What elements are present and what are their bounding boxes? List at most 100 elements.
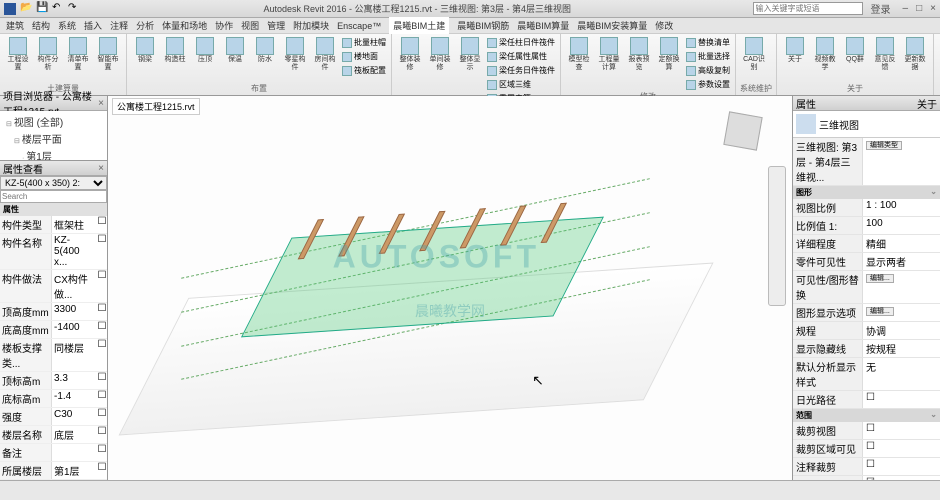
- view-tab[interactable]: 公寓楼工程1215.rvt: [112, 98, 200, 115]
- rprop-row[interactable]: 可见性/图形替换编辑...: [793, 271, 940, 304]
- project-browser-close-icon[interactable]: ×: [98, 98, 104, 109]
- ribbon-sm-1-1[interactable]: 楼地面: [341, 50, 387, 63]
- close-button[interactable]: ×: [930, 3, 936, 14]
- tree-item-0[interactable]: 视图 (全部): [2, 113, 105, 130]
- ribbon-btn-3-1[interactable]: 工程量计算: [595, 36, 623, 73]
- tree-item-2[interactable]: 第1层: [2, 147, 105, 160]
- rprop-row[interactable]: 注释裁剪☐: [793, 458, 940, 476]
- account-area[interactable]: 登录: [871, 1, 891, 16]
- tab-11[interactable]: Enscape™: [337, 21, 381, 31]
- rprop-row[interactable]: 零件可见性显示两者: [793, 253, 940, 271]
- qat-open-icon[interactable]: 📂: [20, 2, 34, 16]
- ribbon-btn-1-5[interactable]: 零星构件: [281, 36, 309, 73]
- rprop-row[interactable]: 裁剪视图☐: [793, 422, 940, 440]
- ribbon-btn-1-3[interactable]: 保温: [221, 36, 249, 65]
- maximize-button[interactable]: □: [916, 3, 922, 14]
- ribbon-btn-1-2[interactable]: 压顶: [191, 36, 219, 65]
- quick-access-toolbar[interactable]: 📂 💾 ↶ ↷: [20, 2, 82, 16]
- prop-lookup-close-icon[interactable]: ×: [98, 163, 104, 174]
- ribbon-btn-3-2[interactable]: 报表预览: [625, 36, 653, 73]
- ribbon-sm-2-1[interactable]: 梁任属性属性: [486, 50, 556, 63]
- prop-grid[interactable]: 构件类型框架柱☐构件名称KZ-5(400 x...☐构件做法CX构件做...☐顶…: [0, 216, 107, 480]
- type-selector-row[interactable]: 三维视图: [793, 111, 940, 138]
- project-browser-tree[interactable]: 视图 (全部)楼层平面第1层第2层第3层第4层第5层天花板平面三维视图{3D}{…: [0, 111, 107, 160]
- tab-3[interactable]: 插入: [84, 19, 102, 32]
- prop-row[interactable]: 顶高度mm3300☐: [0, 303, 107, 321]
- tree-item-1[interactable]: 楼层平面: [2, 130, 105, 147]
- edit-button[interactable]: 编辑...: [866, 307, 894, 316]
- ribbon-btn-2-1[interactable]: 单间装修: [426, 36, 454, 73]
- qat-redo-icon[interactable]: ↷: [68, 2, 82, 16]
- tab-15[interactable]: 晨曦BIM安装算量: [577, 19, 647, 32]
- rprop-row[interactable]: 规程协调: [793, 322, 940, 340]
- edit-button[interactable]: 编辑...: [866, 274, 894, 283]
- ribbon-btn-5-1[interactable]: 视频教学: [811, 36, 839, 73]
- ribbon-btn-1-6[interactable]: 房间构件: [311, 36, 339, 73]
- tab-0[interactable]: 建筑: [6, 19, 24, 32]
- ribbon-sm-2-0[interactable]: 梁任柱日件筏件: [486, 36, 556, 49]
- tab-6[interactable]: 体量和场地: [162, 19, 207, 32]
- ribbon-btn-0-3[interactable]: 智能布置: [94, 36, 122, 73]
- qat-save-icon[interactable]: 💾: [36, 2, 50, 16]
- rprop-row[interactable]: 默认分析显示样式无: [793, 358, 940, 391]
- minimize-button[interactable]: –: [903, 3, 909, 14]
- ribbon-btn-0-0[interactable]: 工程设置: [4, 36, 32, 73]
- help-search-input[interactable]: [753, 2, 863, 15]
- tab-8[interactable]: 视图: [241, 19, 259, 32]
- tab-12[interactable]: 晨曦BIM土建: [389, 17, 449, 34]
- 3d-viewport[interactable]: 公寓楼工程1215.rvt AUTOSOFT 晨曦教学网 ↖: [108, 96, 792, 480]
- tab-5[interactable]: 分析: [136, 19, 154, 32]
- prop-type-selector[interactable]: KZ-5(400 x 350) 2:: [0, 176, 107, 190]
- edit-type-button[interactable]: 编辑类型: [866, 141, 902, 150]
- prop-row[interactable]: 构件名称KZ-5(400 x...☐: [0, 234, 107, 270]
- rprop-row[interactable]: 图形显示选项编辑...: [793, 304, 940, 322]
- prop-row[interactable]: 楼层名称底层☐: [0, 426, 107, 444]
- ribbon-sm-1-2[interactable]: 筏板配置: [341, 64, 387, 77]
- ribbon-btn-5-2[interactable]: QQ群: [841, 36, 869, 65]
- rprop-row[interactable]: 比例值 1:100: [793, 217, 940, 235]
- ribbon-btn-5-0[interactable]: 关于: [781, 36, 809, 65]
- instance-selector[interactable]: 三维视图: 第3层 - 第4层三维视...: [793, 138, 863, 185]
- properties-help[interactable]: 关于: [917, 96, 937, 111]
- prop-row[interactable]: 构件类型框架柱☐: [0, 216, 107, 234]
- rprop-row[interactable]: 显示隐藏线按规程: [793, 340, 940, 358]
- rprop-row[interactable]: 日光路径☐: [793, 391, 940, 409]
- tab-9[interactable]: 管理: [267, 19, 285, 32]
- ribbon-sm-3-3[interactable]: 参数设置: [685, 78, 731, 91]
- ribbon-sm-2-2[interactable]: 梁任务日件筏件: [486, 64, 556, 77]
- ribbon-btn-3-0[interactable]: 模型检查: [565, 36, 593, 73]
- ribbon-sm-3-2[interactable]: 高级复制: [685, 64, 731, 77]
- ribbon-btn-4-0[interactable]: CAD识别: [740, 36, 768, 73]
- tab-2[interactable]: 系统: [58, 19, 76, 32]
- prop-search-input[interactable]: [0, 190, 107, 203]
- tab-1[interactable]: 结构: [32, 19, 50, 32]
- ribbon-sm-3-1[interactable]: 批量选择: [685, 50, 731, 63]
- rprop-row[interactable]: 视图比例1 : 100: [793, 199, 940, 217]
- view-cube[interactable]: [723, 111, 762, 150]
- ribbon-btn-1-4[interactable]: 防水: [251, 36, 279, 65]
- ribbon-tabs[interactable]: 建筑结构系统插入注释分析体量和场地协作视图管理附加模块Enscape™晨曦BIM…: [0, 18, 940, 34]
- prop-row[interactable]: 楼板支撑类...同楼层☐: [0, 339, 107, 372]
- tab-10[interactable]: 附加模块: [293, 19, 329, 32]
- prop-row[interactable]: 所属楼层第1层☐: [0, 462, 107, 480]
- ribbon-sm-3-0[interactable]: 替换清单: [685, 36, 731, 49]
- prop-row[interactable]: 底标高m-1.4☐: [0, 390, 107, 408]
- ribbon-btn-0-1[interactable]: 构件分析: [34, 36, 62, 73]
- ribbon-sm-1-0[interactable]: 批量柱帽: [341, 36, 387, 49]
- prop-row[interactable]: 构件做法CX构件做...☐: [0, 270, 107, 303]
- prop-row[interactable]: 顶标高m3.3☐: [0, 372, 107, 390]
- ribbon-btn-0-2[interactable]: 清单布置: [64, 36, 92, 73]
- ribbon-btn-5-4[interactable]: 更新数据: [901, 36, 929, 73]
- prop-category-1[interactable]: 范围: [793, 409, 940, 422]
- ribbon-btn-1-0[interactable]: 钢梁: [131, 36, 159, 65]
- ribbon-btn-2-2[interactable]: 整体显示: [456, 36, 484, 73]
- prop-row[interactable]: 备注☐: [0, 444, 107, 462]
- rprop-row[interactable]: 裁剪区域可见☐: [793, 440, 940, 458]
- qat-undo-icon[interactable]: ↶: [52, 2, 66, 16]
- tab-14[interactable]: 晨曦BIM算量: [517, 19, 569, 32]
- tab-13[interactable]: 晨曦BIM钢筋: [457, 19, 509, 32]
- tab-4[interactable]: 注释: [110, 19, 128, 32]
- ribbon-btn-1-1[interactable]: 构造柱: [161, 36, 189, 65]
- ribbon-sm-2-3[interactable]: 区域三维: [486, 78, 556, 91]
- rprop-row[interactable]: 详细程度精细: [793, 235, 940, 253]
